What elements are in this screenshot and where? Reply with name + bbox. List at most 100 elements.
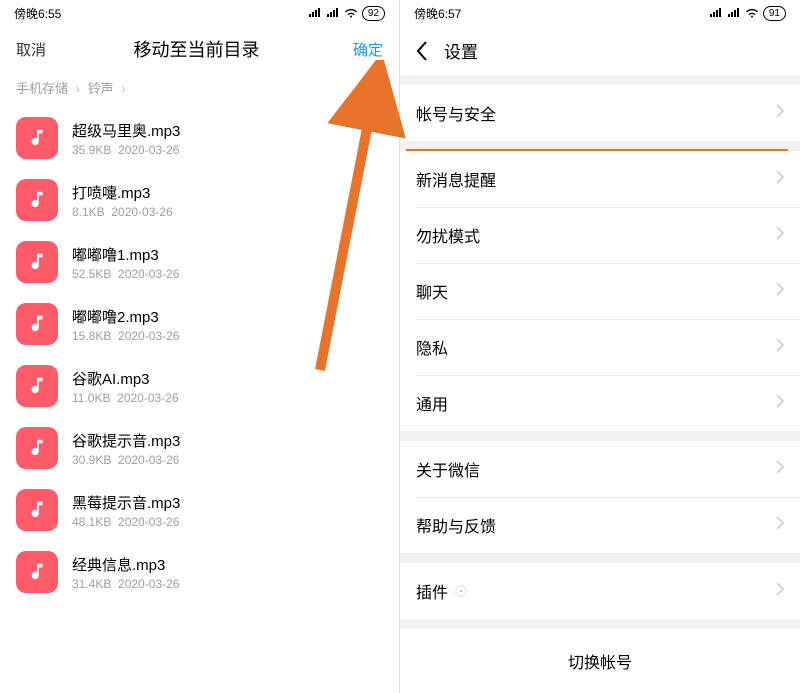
settings-item[interactable]: 勿扰模式: [400, 207, 800, 263]
settings-item[interactable]: 关于微信: [400, 441, 800, 497]
file-name: 嘟嘟噜2.mp3: [72, 306, 179, 327]
settings-label: 帐号与安全: [416, 101, 776, 125]
chevron-right-icon: [776, 460, 784, 479]
file-name: 嘟嘟噜1.mp3: [72, 244, 179, 265]
file-name: 经典信息.mp3: [72, 554, 179, 575]
file-picker-header: 取消 移动至当前目录 确定: [0, 26, 399, 74]
battery-indicator: 91: [763, 6, 786, 21]
file-sub: 48.1KB 2020-03-26: [72, 515, 180, 529]
file-sub: 31.4KB 2020-03-26: [72, 577, 179, 591]
breadcrumb-part[interactable]: 手机存储: [16, 81, 68, 96]
file-item[interactable]: 嘟嘟噜2.mp3 15.8KB 2020-03-26: [0, 293, 399, 355]
settings-label: 聊天: [416, 279, 776, 303]
file-item[interactable]: 经典信息.mp3 31.4KB 2020-03-26: [0, 541, 399, 603]
settings-item[interactable]: 新消息提醒: [400, 151, 800, 207]
chevron-right-icon: [776, 582, 784, 601]
file-name: 谷歌AI.mp3: [72, 368, 179, 389]
file-item[interactable]: 打喷嚏.mp3 8.1KB 2020-03-26: [0, 169, 399, 231]
settings-item[interactable]: 隐私: [400, 319, 800, 375]
settings-label: 新消息提醒: [416, 167, 776, 191]
status-right: 91: [709, 6, 786, 21]
settings-label: 通用: [416, 391, 776, 415]
file-meta: 打喷嚏.mp3 8.1KB 2020-03-26: [72, 182, 173, 219]
status-bar: 傍晚6:57 91: [400, 0, 800, 26]
chevron-right-icon: [776, 170, 784, 189]
phone-left: 傍晚6:55 92 取消 移动至当前目录 确定 手机存储 › 铃声 › 超级: [0, 0, 400, 693]
settings-label: 隐私: [416, 335, 776, 359]
file-meta: 黑莓提示音.mp3 48.1KB 2020-03-26: [72, 492, 180, 529]
wifi-icon: [745, 8, 759, 18]
settings-item[interactable]: 帮助与反馈: [400, 497, 800, 553]
chevron-right-icon: ›: [76, 81, 80, 96]
file-name: 谷歌提示音.mp3: [72, 430, 180, 451]
status-time: 傍晚6:55: [14, 5, 61, 22]
file-item[interactable]: 超级马里奥.mp3 35.9KB 2020-03-26: [0, 107, 399, 169]
file-name: 超级马里奥.mp3: [72, 120, 180, 141]
file-sub: 11.0KB 2020-03-26: [72, 391, 179, 405]
file-meta: 嘟嘟噜1.mp3 52.5KB 2020-03-26: [72, 244, 179, 281]
back-icon[interactable]: [416, 41, 436, 61]
settings-group: 插件: [400, 563, 800, 619]
status-time: 傍晚6:57: [414, 5, 461, 22]
breadcrumb[interactable]: 手机存储 › 铃声 ›: [0, 74, 399, 107]
plugin-badge-icon: [454, 584, 468, 598]
file-name: 黑莓提示音.mp3: [72, 492, 180, 513]
file-name: 打喷嚏.mp3: [72, 182, 173, 203]
music-icon: [16, 179, 58, 221]
status-right: 92: [308, 6, 385, 21]
file-item[interactable]: 谷歌AI.mp3 11.0KB 2020-03-26: [0, 355, 399, 417]
battery-indicator: 92: [362, 6, 385, 21]
settings-label: 勿扰模式: [416, 223, 776, 247]
page-title: 设置: [444, 38, 478, 63]
switch-account-button[interactable]: 切换帐号: [400, 629, 800, 693]
file-meta: 超级马里奥.mp3 35.9KB 2020-03-26: [72, 120, 180, 157]
chevron-right-icon: [776, 338, 784, 357]
chevron-right-icon: ›: [121, 81, 125, 96]
settings-label: 关于微信: [416, 457, 776, 481]
settings-item[interactable]: 帐号与安全: [400, 85, 800, 141]
settings-header: 设置: [400, 26, 800, 75]
signal-icon: [308, 8, 322, 18]
file-sub: 35.9KB 2020-03-26: [72, 143, 180, 157]
settings-group: 帐号与安全: [400, 85, 800, 141]
settings-label: 帮助与反馈: [416, 513, 776, 537]
page-title: 移动至当前目录: [40, 36, 353, 62]
music-icon: [16, 489, 58, 531]
file-list[interactable]: 超级马里奥.mp3 35.9KB 2020-03-26 打喷嚏.mp3 8.1K…: [0, 107, 399, 603]
file-item[interactable]: 嘟嘟噜1.mp3 52.5KB 2020-03-26: [0, 231, 399, 293]
music-icon: [16, 303, 58, 345]
file-meta: 谷歌提示音.mp3 30.9KB 2020-03-26: [72, 430, 180, 467]
file-item[interactable]: 谷歌提示音.mp3 30.9KB 2020-03-26: [0, 417, 399, 479]
file-sub: 15.8KB 2020-03-26: [72, 329, 179, 343]
settings-item[interactable]: 插件: [400, 563, 800, 619]
music-icon: [16, 241, 58, 283]
signal-icon: [709, 8, 723, 18]
signal-icon-2: [326, 8, 340, 18]
chevron-right-icon: [776, 394, 784, 413]
file-meta: 嘟嘟噜2.mp3 15.8KB 2020-03-26: [72, 306, 179, 343]
file-sub: 52.5KB 2020-03-26: [72, 267, 179, 281]
settings-group: 新消息提醒 勿扰模式 聊天 隐私 通用: [400, 151, 800, 431]
signal-icon-2: [727, 8, 741, 18]
file-meta: 经典信息.mp3 31.4KB 2020-03-26: [72, 554, 179, 591]
chevron-right-icon: [776, 282, 784, 301]
music-icon: [16, 117, 58, 159]
chevron-right-icon: [776, 516, 784, 535]
settings-group: 关于微信 帮助与反馈: [400, 441, 800, 553]
wifi-icon: [344, 8, 358, 18]
settings-label: 插件: [416, 579, 776, 603]
file-sub: 30.9KB 2020-03-26: [72, 453, 180, 467]
confirm-button[interactable]: 确定: [353, 39, 383, 60]
chevron-right-icon: [776, 104, 784, 123]
music-icon: [16, 427, 58, 469]
status-bar: 傍晚6:55 92: [0, 0, 399, 26]
phone-right: 傍晚6:57 91 设置 帐号与安全 新消息提醒: [400, 0, 800, 693]
music-icon: [16, 365, 58, 407]
settings-item[interactable]: 聊天: [400, 263, 800, 319]
file-item[interactable]: 黑莓提示音.mp3 48.1KB 2020-03-26: [0, 479, 399, 541]
chevron-right-icon: [776, 226, 784, 245]
file-meta: 谷歌AI.mp3 11.0KB 2020-03-26: [72, 368, 179, 405]
breadcrumb-part[interactable]: 铃声: [88, 81, 114, 96]
file-sub: 8.1KB 2020-03-26: [72, 205, 173, 219]
settings-item[interactable]: 通用: [400, 375, 800, 431]
